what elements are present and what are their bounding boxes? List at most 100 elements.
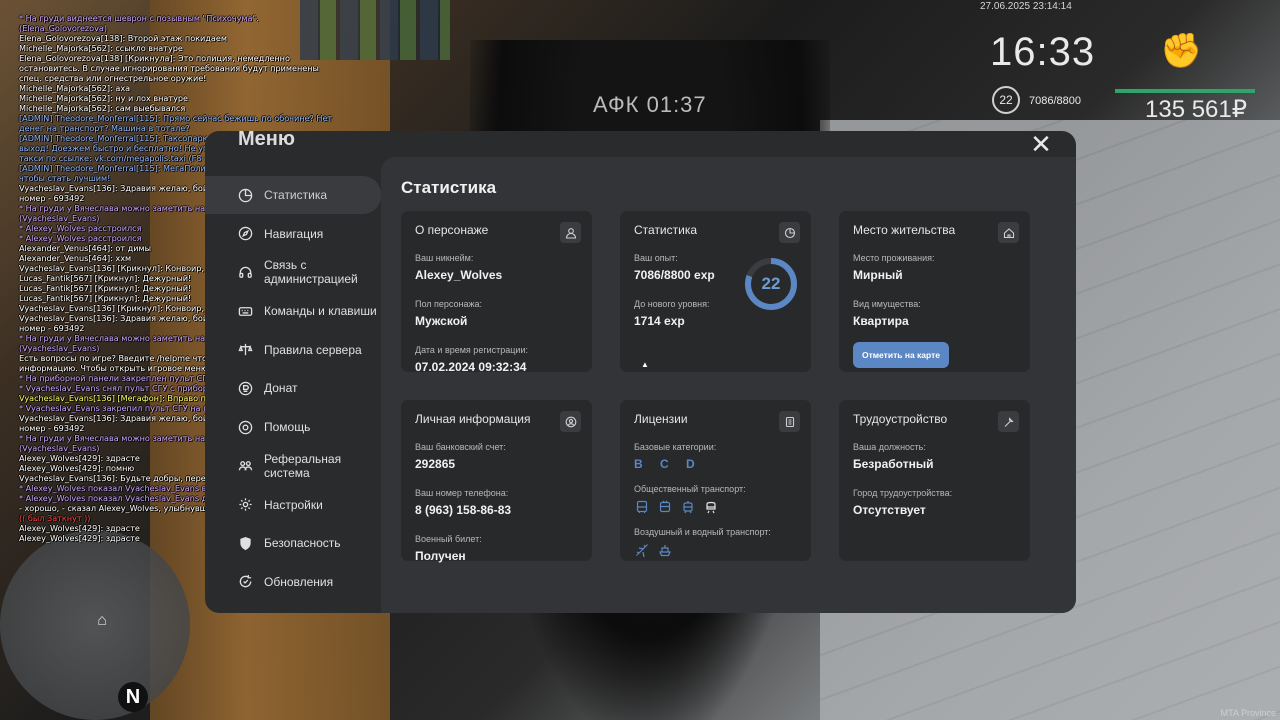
card-title: Статистика xyxy=(634,223,698,237)
keyboard-icon xyxy=(237,303,253,319)
residence-place-label: Место проживания: xyxy=(853,253,935,263)
bank-label: Ваш банковский счет: xyxy=(415,442,506,452)
minimap-north-icon: N xyxy=(118,682,148,712)
menu-title: Меню xyxy=(238,131,295,150)
nav-label: Статистика xyxy=(264,188,328,202)
nav-item-settings[interactable]: Настройки xyxy=(205,486,381,524)
card-personal-info: Личная информация Ваш банковский счет: 2… xyxy=(401,400,592,563)
statistics-panel: Статистика О персонаже Ваш никнейм: Alex… xyxy=(381,157,1076,613)
military-label: Военный билет: xyxy=(415,534,482,544)
pie-chart-icon xyxy=(779,222,800,243)
mark-on-map-button[interactable]: Отметить на карте xyxy=(853,342,949,368)
card-title: Трудоустройство xyxy=(853,412,948,426)
shield-icon xyxy=(237,535,253,551)
card-title: Место жительства xyxy=(853,223,956,237)
air-water-transport-label: Воздушный и водный транспорт: xyxy=(634,527,771,537)
stats-icon xyxy=(237,187,253,203)
military-value: Получен xyxy=(415,549,466,563)
chat-line: Michelle_Majorka[562]: ну и лох внатуре xyxy=(19,93,188,103)
nav-item-updates[interactable]: Обновления xyxy=(205,563,381,601)
nav-label: Навигация xyxy=(264,226,324,241)
help-icon xyxy=(237,419,253,435)
nickname-value: Alexey_Wolves xyxy=(415,268,503,282)
train-icon xyxy=(703,499,718,514)
footer-tag: MTA Province xyxy=(1220,708,1276,718)
chat-line: Elena_Golovorezova[138]: Второй этаж пок… xyxy=(19,33,227,43)
property-label: Вид имущества: xyxy=(853,299,921,309)
chat-line: Elena_Golovorezova[138] [Крикнула]: Это … xyxy=(19,53,322,83)
nav-item-statistics[interactable]: Статистика xyxy=(205,176,381,214)
nav-label: Донат xyxy=(264,381,298,396)
airplane-icon xyxy=(634,542,649,557)
card-title: Лицензии xyxy=(634,412,688,426)
bus-icon xyxy=(634,499,649,514)
nav-item-donate[interactable]: Донат xyxy=(205,369,381,407)
public-transport-label: Общественный транспорт: xyxy=(634,484,746,494)
next-level-value: 1714 exp xyxy=(634,314,685,328)
bank-value: 292865 xyxy=(415,457,456,471)
property-value: Квартира xyxy=(853,314,909,328)
fist-icon: ✊ xyxy=(1160,32,1203,70)
close-button[interactable]: ✕ xyxy=(1027,131,1055,159)
menu-sidebar: Статистика Навигация Связь с администрац… xyxy=(205,176,381,602)
hud-clock: 16:33 xyxy=(990,30,1096,74)
compass-icon xyxy=(237,226,253,242)
nav-item-referral[interactable]: Реферальная система xyxy=(205,447,381,485)
position-label: Ваша должность: xyxy=(853,442,926,452)
license-icon xyxy=(779,411,800,432)
nav-item-support[interactable]: Связь с администрацией xyxy=(205,253,381,291)
card-title: О персонаже xyxy=(415,223,489,237)
hud-level: 22 xyxy=(992,86,1020,114)
nav-label: Правила сервера xyxy=(264,342,362,357)
nav-item-rules[interactable]: Правила сервера xyxy=(205,331,381,369)
phone-value: 8 (963) 158-86-83 xyxy=(415,503,512,517)
hud-exp: 7086/8800 xyxy=(1029,95,1081,107)
hud-datetime: 27.06.2025 23:14:14 xyxy=(980,1,1072,12)
nav-item-help[interactable]: Помощь xyxy=(205,408,381,446)
residence-place-value: Мирный xyxy=(853,268,903,282)
home-icon xyxy=(998,222,1019,243)
employment-city-value: Отсутствует xyxy=(853,503,926,517)
nav-label: Помощь xyxy=(264,420,311,435)
profile-circle-icon xyxy=(560,411,581,432)
air-water-transport-icons xyxy=(634,542,797,557)
tram-icon xyxy=(680,499,695,514)
position-value: Безработный xyxy=(853,457,934,471)
nav-item-security[interactable]: Безопасность xyxy=(205,524,381,562)
nav-label: Обновления xyxy=(264,574,334,589)
nav-item-commands[interactable]: Команды и клавиши xyxy=(205,292,381,330)
gender-label: Пол персонажа: xyxy=(415,299,483,309)
statistics-title: Статистика xyxy=(401,178,497,197)
game-menu: Меню ✕ Статистика Навигация Связь с адми… xyxy=(205,131,1076,613)
minimap-player-icon: ⌂ xyxy=(97,612,107,629)
user-icon xyxy=(560,222,581,243)
public-transport-icons xyxy=(634,499,797,514)
ship-icon xyxy=(657,542,672,557)
gender-value: Мужской xyxy=(415,314,468,328)
base-categories-label: Базовые категории: xyxy=(634,442,717,452)
nav-label: Связь с администрацией xyxy=(264,258,358,287)
nav-item-navigation[interactable]: Навигация xyxy=(205,215,381,253)
mouse-cursor: ▲ xyxy=(641,360,649,369)
donate-icon xyxy=(237,380,253,396)
card-title: Личная информация xyxy=(415,412,531,426)
hud-afk-timer: АФК 01:37 xyxy=(593,92,707,117)
card-statistics: Статистика Ваш опыт: 7086/8800 exp До но… xyxy=(620,211,811,372)
card-residence: Место жительства Место проживания: Мирны… xyxy=(839,211,1030,372)
chat-line: Michelle_Majorka[562]: аха xyxy=(19,83,131,93)
nav-label: Безопасность xyxy=(264,536,341,551)
registration-value: 07.02.2024 09:32:34 xyxy=(415,360,527,374)
phone-label: Ваш номер телефона: xyxy=(415,488,509,498)
registration-label: Дата и время регистрации: xyxy=(415,345,528,355)
referral-icon xyxy=(237,458,253,474)
refresh-icon xyxy=(237,574,253,590)
nav-label: Настройки xyxy=(264,497,323,512)
employment-city-label: Город трудоустройства: xyxy=(853,488,953,498)
level-value: 22 xyxy=(761,274,781,293)
headset-icon xyxy=(237,264,253,280)
chat-line: Michelle_Majorka[562]: ссыкло внатуре xyxy=(19,43,183,53)
hud-money: 135 561₽ xyxy=(1145,96,1248,123)
nav-label: Реферальная система xyxy=(264,451,342,480)
hud-health-bar xyxy=(1115,89,1255,93)
nickname-label: Ваш никнейм: xyxy=(415,253,474,263)
